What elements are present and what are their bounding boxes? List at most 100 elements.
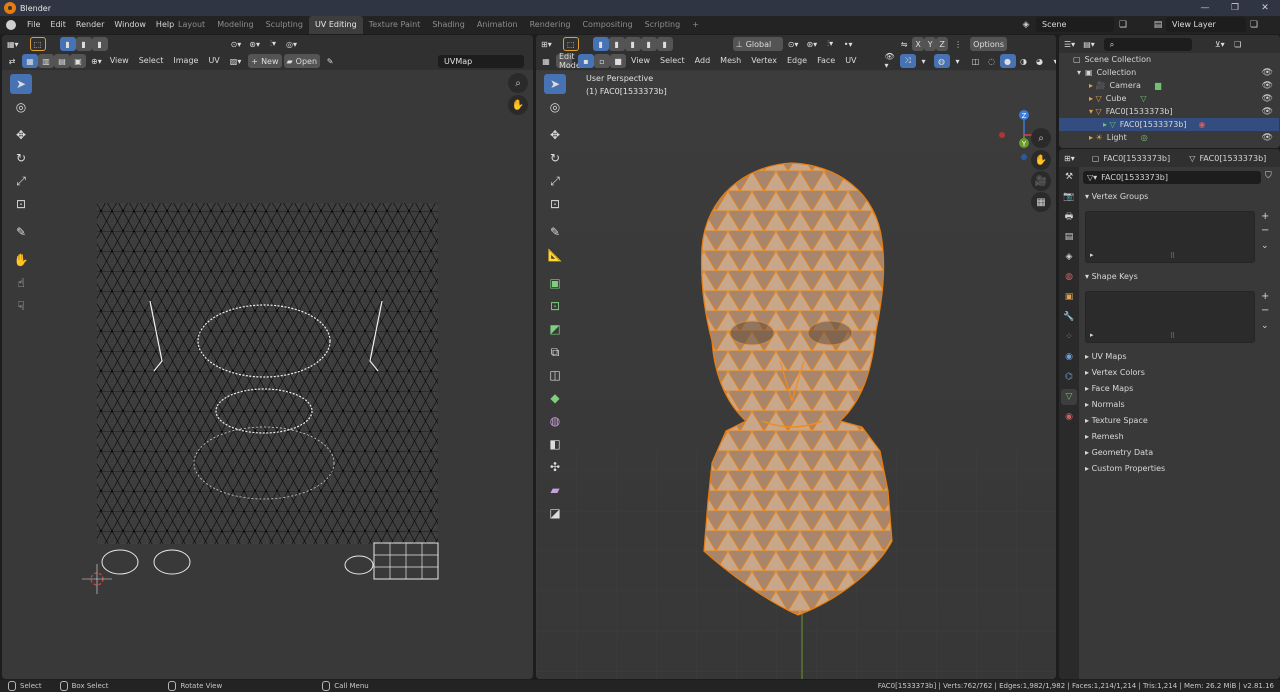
- viewport-tool-settings-icon[interactable]: ⋮: [950, 37, 966, 51]
- uv-cursor-tool-icon[interactable]: ◎: [10, 97, 32, 117]
- shear-tool-icon[interactable]: ◪: [544, 503, 566, 523]
- material-tab-icon[interactable]: ◉: [1061, 409, 1077, 425]
- gizmo-toggle-icon[interactable]: ⤨: [899, 54, 916, 68]
- uvmap-selector[interactable]: UVMap: [438, 54, 525, 68]
- extrude-region-tool-icon[interactable]: ▣: [544, 273, 566, 293]
- shading-dropdown-icon[interactable]: ▾: [1048, 54, 1057, 68]
- solid-shading-icon[interactable]: ●: [999, 54, 1016, 68]
- knife-tool-icon[interactable]: ◫: [544, 365, 566, 385]
- mirror-x-toggle[interactable]: X: [912, 37, 925, 51]
- uv-sync-icon[interactable]: ⇄: [4, 54, 20, 68]
- viewport-pan-icon[interactable]: ✋: [1031, 150, 1051, 170]
- scene-selector[interactable]: Scene: [1036, 17, 1114, 32]
- overlay-dropdown-icon[interactable]: ▾: [950, 54, 966, 68]
- scale-tool-icon[interactable]: ⤢: [544, 171, 566, 191]
- fake-user-shield-icon[interactable]: ⛉: [1265, 171, 1272, 181]
- mode-selector[interactable]: Edit Mode: [556, 52, 581, 70]
- data-tab-icon[interactable]: ▽: [1061, 389, 1077, 405]
- viewport-select-intersect-icon[interactable]: ▮: [656, 37, 673, 51]
- options-dropdown[interactable]: Options: [970, 37, 1008, 51]
- smooth-tool-icon[interactable]: ◧: [544, 434, 566, 454]
- select-box-tool-icon[interactable]: ➤: [544, 74, 566, 94]
- viewport-canvas[interactable]: Z X Y: [536, 71, 1056, 679]
- outliner-row-face-object[interactable]: ▾ ▽ FAC0[1533373b] 👁: [1059, 105, 1279, 118]
- texture-space-panel-header[interactable]: ▸ Texture Space: [1081, 414, 1277, 428]
- add-shape-key-icon[interactable]: +: [1261, 291, 1269, 302]
- uv-maps-panel-header[interactable]: ▸ UV Maps: [1081, 350, 1277, 364]
- visibility-eye-icon[interactable]: 👁: [1262, 94, 1273, 104]
- viewport-select-extend-icon[interactable]: ▮: [608, 37, 625, 51]
- vertex-group-menu-icon[interactable]: ⌄: [1261, 241, 1269, 251]
- tab-uv-editing[interactable]: UV Editing: [308, 16, 363, 34]
- uv-move-tool-icon[interactable]: ✥: [10, 125, 32, 145]
- snapping-icon[interactable]: ⫶▾: [265, 37, 281, 51]
- visibility-eye-icon[interactable]: 👁: [1262, 133, 1273, 143]
- vertex-groups-list[interactable]: ▸ ⠿: [1085, 211, 1255, 263]
- world-tab-icon[interactable]: ◍: [1061, 269, 1077, 285]
- outliner-row-light[interactable]: ▸ ☀ Light ◎ 👁: [1059, 131, 1279, 144]
- sticky-selection-icon[interactable]: ⊛▾: [246, 37, 263, 51]
- viewport-menu-add[interactable]: Add: [690, 52, 716, 70]
- expand-icon[interactable]: ▾: [1077, 68, 1081, 77]
- viewport-select-tool-icon[interactable]: ⬚: [562, 37, 579, 51]
- transform-tool-icon[interactable]: ⊡: [544, 194, 566, 214]
- list-resize-handle-icon[interactable]: ⠿: [1170, 252, 1175, 260]
- display-mode-icon[interactable]: ▤▾: [1080, 37, 1098, 51]
- outliner-search-input[interactable]: ⌕: [1103, 37, 1192, 51]
- viewport-menu-face[interactable]: Face: [812, 52, 840, 70]
- uv-sticky-mode-icon[interactable]: ⊕▾: [88, 54, 105, 68]
- list-resize-handle-icon[interactable]: ⠿: [1170, 332, 1175, 340]
- uv-scale-tool-icon[interactable]: ⤢: [10, 171, 32, 191]
- annotate-tool-icon[interactable]: ✎: [544, 222, 566, 242]
- physics-tab-icon[interactable]: ◉: [1061, 349, 1077, 365]
- outliner-editor-type-icon[interactable]: ☰▾: [1061, 37, 1078, 51]
- uv-pinch-tool-icon[interactable]: ☟: [10, 296, 32, 316]
- wireframe-shading-icon[interactable]: ◌: [984, 54, 1000, 68]
- tab-animation[interactable]: Animation: [471, 16, 524, 34]
- viewport-editor-type-icon[interactable]: ⊞▾: [538, 37, 555, 51]
- properties-editor-type-icon[interactable]: ⊞▾: [1061, 151, 1078, 165]
- object-tab-icon[interactable]: ▣: [1061, 289, 1077, 305]
- mesh-data-field[interactable]: ▽▾ FAC0[1533373b]: [1083, 171, 1261, 184]
- xray-toggle-icon[interactable]: ◫: [968, 54, 984, 68]
- open-image-button[interactable]: ▰ Open: [283, 54, 321, 68]
- filter-icon[interactable]: ⊻▾: [1212, 37, 1228, 51]
- face-select-mode-icon[interactable]: ■: [610, 54, 626, 68]
- visibility-eye-icon[interactable]: 👁: [1262, 81, 1273, 91]
- snap-target-icon[interactable]: ⫶▾: [822, 37, 838, 51]
- blender-menu-icon[interactable]: [0, 16, 22, 34]
- particles-tab-icon[interactable]: ⁘: [1061, 329, 1077, 345]
- remesh-panel-header[interactable]: ▸ Remesh: [1081, 430, 1277, 444]
- pivot-point-icon[interactable]: ⊙▾: [228, 37, 245, 51]
- tab-modeling[interactable]: Modeling: [211, 16, 259, 34]
- outliner-row-face-mesh[interactable]: ▸ ▽ FAC0[1533373b] ◉: [1059, 118, 1279, 131]
- image-browse-icon[interactable]: ▨▾: [227, 54, 245, 68]
- view-layer-tab-icon[interactable]: ▤: [1061, 229, 1077, 245]
- uv-grab-tool-icon[interactable]: ✋: [10, 250, 32, 270]
- uv-select-box-tool-icon[interactable]: ➤: [10, 74, 32, 94]
- uv-transform-tool-icon[interactable]: ⊡: [10, 194, 32, 214]
- bevel-tool-icon[interactable]: ◩: [544, 319, 566, 339]
- close-button[interactable]: ✕: [1250, 0, 1280, 16]
- tool-tab-icon[interactable]: ⚒: [1061, 169, 1077, 185]
- new-collection-icon[interactable]: ❏: [1230, 37, 1246, 51]
- viewport-menu-vertex[interactable]: Vertex: [746, 52, 782, 70]
- poly-build-tool-icon[interactable]: ◆: [544, 388, 566, 408]
- gizmo-dropdown-icon[interactable]: ▾: [916, 54, 932, 68]
- vertex-select-mode-icon[interactable]: ▪: [578, 54, 594, 68]
- tab-rendering[interactable]: Rendering: [524, 16, 577, 34]
- mirror-z-toggle[interactable]: Z: [936, 37, 949, 51]
- uv-zoom-icon[interactable]: ⌕: [508, 73, 528, 93]
- uv-pan-icon[interactable]: ✋: [508, 95, 528, 115]
- remove-shape-key-icon[interactable]: −: [1261, 305, 1269, 316]
- overlay-toggle-icon[interactable]: ◍: [933, 54, 950, 68]
- pivot-icon[interactable]: ⊙▾: [785, 37, 802, 51]
- scene-tab-icon[interactable]: ◈: [1061, 249, 1077, 265]
- add-vertex-group-icon[interactable]: +: [1261, 211, 1269, 222]
- inset-faces-tool-icon[interactable]: ⊡: [544, 296, 566, 316]
- custom-properties-panel-header[interactable]: ▸ Custom Properties: [1081, 462, 1277, 476]
- tab-compositing[interactable]: Compositing: [576, 16, 638, 34]
- pin-icon[interactable]: ✎: [322, 54, 338, 68]
- face-maps-panel-header[interactable]: ▸ Face Maps: [1081, 382, 1277, 396]
- camera-view-icon[interactable]: 🎥: [1031, 171, 1051, 191]
